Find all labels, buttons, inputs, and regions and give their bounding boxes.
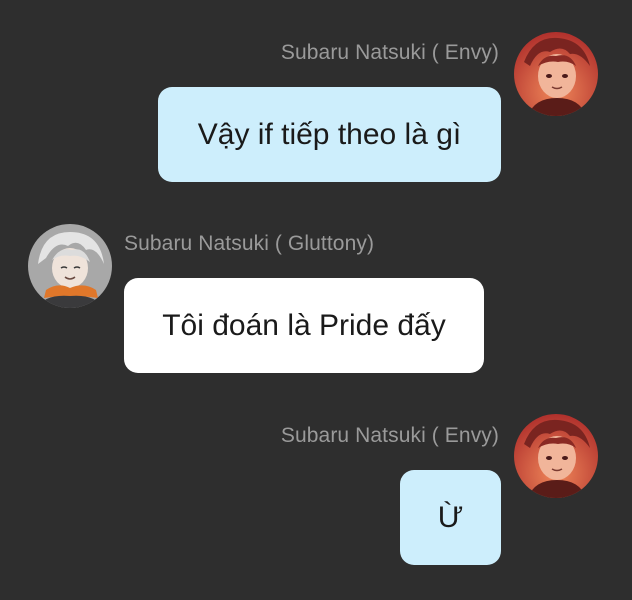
red-haired-character-avatar-icon bbox=[514, 414, 598, 498]
avatar-gluttony[interactable] bbox=[28, 224, 112, 308]
avatar-envy[interactable] bbox=[514, 414, 598, 498]
message-bubble-outgoing[interactable]: Ừ bbox=[400, 470, 501, 565]
message-bubble-outgoing[interactable]: Vậy if tiếp theo là gì bbox=[158, 87, 501, 182]
sender-name: Subaru Natsuki ( Gluttony) bbox=[124, 232, 375, 255]
avatar-envy[interactable] bbox=[514, 32, 598, 116]
message-bubble-incoming[interactable]: Tôi đoán là Pride đấy bbox=[124, 278, 484, 373]
sender-name: Subaru Natsuki ( Envy) bbox=[280, 41, 499, 64]
white-haired-character-avatar-icon bbox=[28, 224, 112, 308]
red-haired-character-avatar-icon bbox=[514, 32, 598, 116]
sender-name: Subaru Natsuki ( Envy) bbox=[280, 424, 499, 447]
